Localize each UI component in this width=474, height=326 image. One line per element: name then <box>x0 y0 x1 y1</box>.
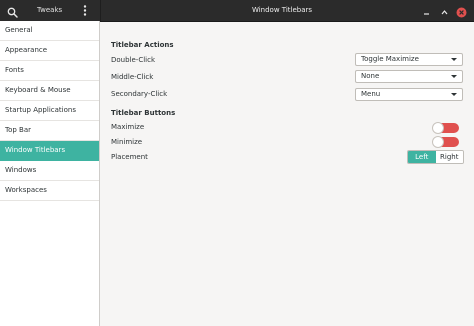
sidebar-item-workspaces[interactable]: Workspaces <box>0 181 99 201</box>
placement-left-button[interactable]: Left <box>408 151 436 163</box>
double-click-dropdown[interactable]: Toggle Maximize <box>355 53 463 66</box>
minimize-icon[interactable] <box>420 4 433 17</box>
placement-right-button[interactable]: Right <box>435 151 463 163</box>
sidebar-item-label: Startup Applications <box>5 106 76 114</box>
placement-label: Placement <box>111 153 148 161</box>
header-bar: Tweaks Window Titlebars <box>0 0 474 22</box>
secondary-click-label: Secondary-Click <box>111 90 168 98</box>
sidebar-item-label: Window Titlebars <box>5 146 66 154</box>
sidebar-item-label: General <box>5 26 33 34</box>
close-icon[interactable] <box>455 4 468 18</box>
sidebar-item-label: Workspaces <box>5 186 47 194</box>
sidebar-item-label: Fonts <box>5 66 24 74</box>
sidebar-item-label: Keyboard & Mouse <box>5 86 71 94</box>
section-title-titlebar-actions: Titlebar Actions <box>111 41 174 49</box>
app-name: Tweaks <box>37 6 63 14</box>
maximize-icon[interactable] <box>438 4 451 17</box>
sidebar-item-appearance[interactable]: Appearance <box>0 41 99 61</box>
chevron-down-icon <box>451 58 457 61</box>
tweaks-window: Tweaks Window Titlebars General Appearan… <box>0 0 474 326</box>
sidebar-item-window-titlebars[interactable]: Window Titlebars <box>0 141 99 161</box>
chevron-down-icon <box>451 93 457 96</box>
middle-click-label: Middle-Click <box>111 73 154 81</box>
sidebar-item-startup-applications[interactable]: Startup Applications <box>0 101 99 121</box>
placement-switch: Left Right <box>407 150 464 164</box>
maximize-label: Maximize <box>111 123 145 131</box>
sidebar-item-label: Top Bar <box>5 126 32 134</box>
double-click-label: Double-Click <box>111 56 156 64</box>
maximize-toggle[interactable] <box>433 123 459 133</box>
secondary-click-value: Menu <box>361 90 381 98</box>
minimize-toggle[interactable] <box>433 137 459 147</box>
sidebar-item-general[interactable]: General <box>0 21 99 41</box>
vertical-dots-menu-icon[interactable] <box>81 3 89 18</box>
toggle-knob <box>433 137 443 147</box>
sidebar-item-top-bar[interactable]: Top Bar <box>0 121 99 141</box>
toggle-knob <box>433 123 443 133</box>
window-title: Window Titlebars <box>251 6 313 14</box>
search-icon[interactable] <box>6 4 19 18</box>
sidebar-item-windows[interactable]: Windows <box>0 161 99 181</box>
minimize-label: Minimize <box>111 138 143 146</box>
section-title-titlebar-buttons: Titlebar Buttons <box>111 109 176 117</box>
main-panel: Titlebar Actions Double-Click Toggle Max… <box>100 21 474 326</box>
secondary-click-dropdown[interactable]: Menu <box>355 88 463 101</box>
sidebar: General Appearance Fonts Keyboard & Mous… <box>0 21 100 326</box>
sidebar-item-label: Windows <box>5 166 37 174</box>
double-click-value: Toggle Maximize <box>361 55 419 63</box>
middle-click-value: None <box>361 72 380 80</box>
chevron-down-icon <box>451 75 457 78</box>
middle-click-dropdown[interactable]: None <box>355 70 463 83</box>
sidebar-item-fonts[interactable]: Fonts <box>0 61 99 81</box>
sidebar-item-label: Appearance <box>5 46 48 54</box>
header-left-pane: Tweaks <box>0 0 101 21</box>
sidebar-item-keyboard-mouse[interactable]: Keyboard & Mouse <box>0 81 99 101</box>
